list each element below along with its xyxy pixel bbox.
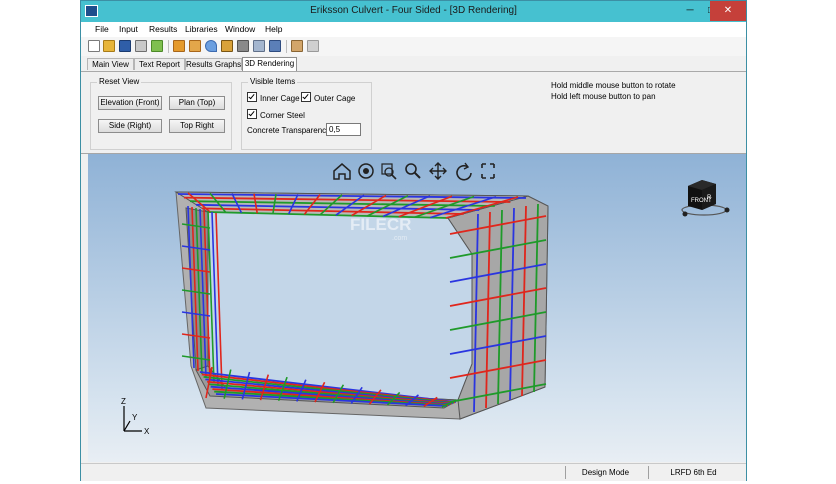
view-options-panel: Reset View Elevation (Front) Plan (Top) …: [81, 72, 746, 154]
marker-icon[interactable]: [205, 40, 217, 52]
title-bar[interactable]: Eriksson Culvert - Four Sided - [3D Rend…: [81, 1, 746, 22]
outer-cage-checkbox[interactable]: [301, 92, 311, 102]
new-icon[interactable]: [88, 40, 100, 52]
view-cube-side-label: R: [707, 195, 712, 201]
plan-icon[interactable]: [307, 40, 319, 52]
watermark-subtext: .com: [392, 235, 407, 242]
menu-window[interactable]: Window: [225, 24, 255, 34]
zoom-icon[interactable]: [405, 163, 421, 179]
transparency-input[interactable]: 0,5: [326, 123, 361, 136]
visible-items-label: Visible Items: [248, 77, 298, 86]
axis-x-label: X: [144, 427, 150, 436]
corner-steel-checkbox[interactable]: [247, 109, 257, 119]
top-right-button[interactable]: Top Right: [169, 119, 225, 133]
inner-cage-checkbox[interactable]: [247, 92, 257, 102]
menu-results[interactable]: Results: [149, 24, 177, 34]
watermark-text: FILECR: [350, 215, 411, 234]
window-title: Eriksson Culvert - Four Sided - [3D Rend…: [310, 5, 517, 16]
reset-view-group: Reset View Elevation (Front) Plan (Top) …: [90, 77, 232, 150]
menu-file[interactable]: File: [95, 24, 109, 34]
home-icon[interactable]: [333, 163, 351, 180]
tab-3d-rendering[interactable]: 3D Rendering: [242, 57, 297, 71]
fit-icon[interactable]: [481, 163, 495, 179]
menu-help[interactable]: Help: [265, 24, 282, 34]
toolbar: [81, 37, 746, 56]
corner-steel-option[interactable]: Corner Steel: [247, 109, 305, 120]
inner-cage-option[interactable]: Inner Cage: [247, 92, 300, 103]
zoom-window-icon[interactable]: [381, 163, 397, 180]
status-mode: Design Mode: [565, 466, 645, 479]
tab-text-report[interactable]: Text Report: [134, 58, 185, 70]
tab-main-view[interactable]: Main View: [87, 58, 134, 70]
export-icon[interactable]: [151, 40, 163, 52]
elevation-icon[interactable]: [291, 40, 303, 52]
toolbar-separator: [286, 40, 287, 53]
tools-icon[interactable]: [237, 40, 249, 52]
menu-bar: File Input Results Libraries Window Help: [81, 22, 746, 38]
outer-cage-label: Outer Cage: [314, 94, 356, 103]
pan-icon[interactable]: [429, 162, 447, 180]
load-icon[interactable]: [189, 40, 201, 52]
report-icon[interactable]: [221, 40, 233, 52]
tab-strip: Main View Text Report Results Graphs 3D …: [81, 56, 746, 72]
close-button[interactable]: ✕: [710, 1, 746, 21]
axis-z-label: Z: [121, 397, 126, 406]
rotate-hint: Hold middle mouse button to rotate: [551, 81, 676, 90]
status-bar: Design Mode LRFD 6th Ed: [81, 463, 746, 481]
tab-results-graphs[interactable]: Results Graphs: [185, 58, 242, 70]
open-icon[interactable]: [103, 40, 115, 52]
axis-y-label: Y: [132, 413, 138, 422]
elevation-front-button[interactable]: Elevation (Front): [98, 96, 162, 110]
outer-cage-option[interactable]: Outer Cage: [301, 92, 355, 103]
toolbar-separator: [168, 40, 169, 53]
save-icon[interactable]: [119, 40, 131, 52]
render-viewport[interactable]: FILECR .com FRONT R Z Y X: [88, 154, 746, 462]
rotate-icon[interactable]: [456, 162, 472, 181]
section-icon[interactable]: [253, 40, 265, 52]
inner-cage-label: Inner Cage: [260, 94, 300, 103]
print-icon[interactable]: [135, 40, 147, 52]
culvert-icon[interactable]: [173, 40, 185, 52]
frame-icon[interactable]: [269, 40, 281, 52]
corner-steel-label: Corner Steel: [260, 111, 305, 120]
status-design-code: LRFD 6th Ed: [648, 466, 738, 479]
transparency-label: Concrete Transparency:: [247, 126, 333, 135]
look-icon[interactable]: [358, 163, 374, 179]
culvert-3d-scene[interactable]: FILECR .com FRONT R Z Y X: [88, 154, 746, 462]
reset-view-label: Reset View: [97, 77, 142, 86]
menu-input[interactable]: Input: [119, 24, 138, 34]
culvert-inner-opening: [207, 211, 473, 401]
visible-items-group: Visible Items Inner Cage Outer Cage Corn…: [241, 77, 372, 150]
plan-top-button[interactable]: Plan (Top): [169, 96, 225, 110]
side-right-button[interactable]: Side (Right): [98, 119, 162, 133]
pan-hint: Hold left mouse button to pan: [551, 92, 656, 101]
app-window: Eriksson Culvert - Four Sided - [3D Rend…: [80, 0, 747, 481]
axis-triad: Z Y X: [121, 397, 150, 436]
view-cube[interactable]: FRONT R: [681, 180, 730, 217]
menu-libraries[interactable]: Libraries: [185, 24, 218, 34]
